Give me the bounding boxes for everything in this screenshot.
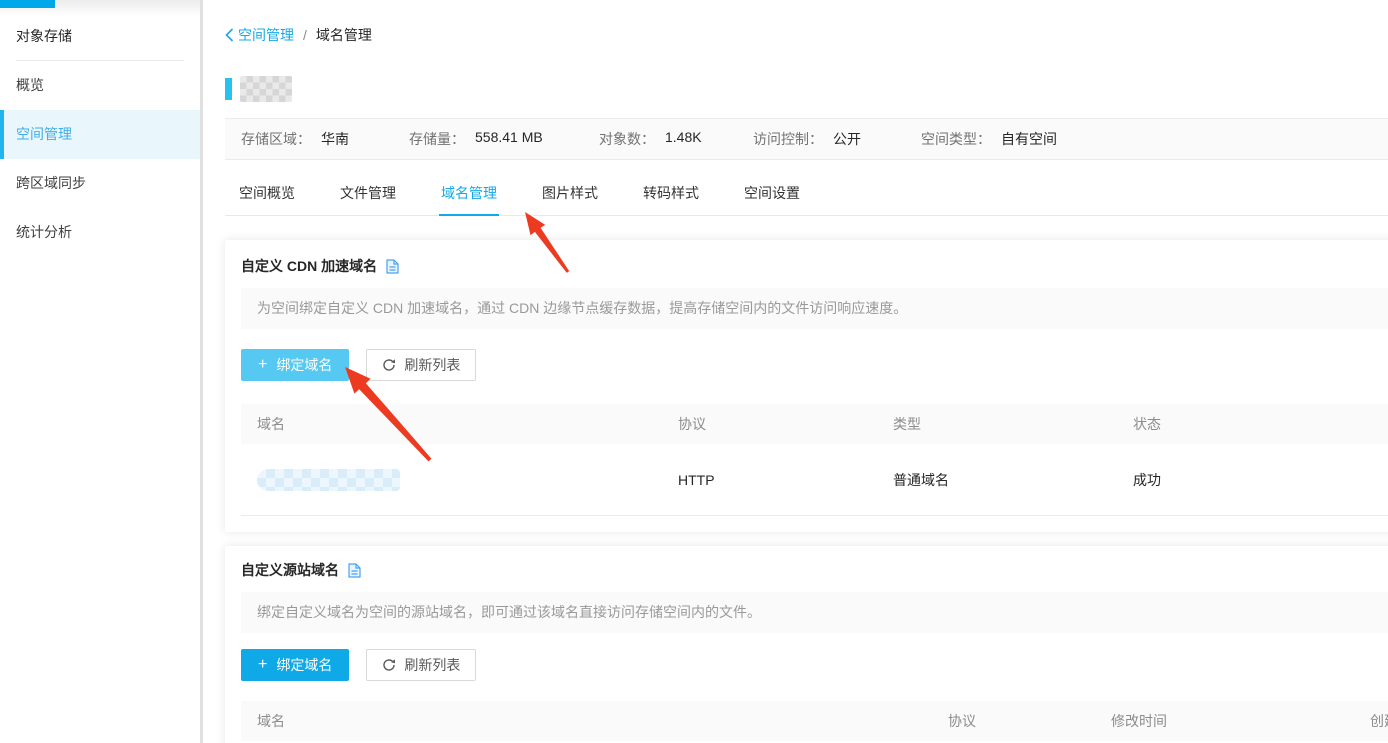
cdn-table-row: HTTP 普通域名 成功: [241, 444, 1388, 516]
col-domain: 域名: [241, 414, 662, 434]
col-created-time: 创建时间: [1354, 711, 1388, 731]
cell-type: 普通域名: [877, 470, 1117, 490]
origin-bind-domain-button[interactable]: + 绑定域名: [241, 649, 349, 681]
origin-domain-table: 域名 协议 修改时间 创建时间: [241, 701, 1388, 741]
doc-link-icon[interactable]: [386, 259, 399, 274]
origin-button-row: + 绑定域名 刷新列表: [241, 649, 1388, 681]
breadcrumb-back-label: 空间管理: [238, 25, 294, 45]
sidebar-item-cross-region-sync[interactable]: 跨区域同步: [0, 159, 200, 208]
cdn-section-title-row: 自定义 CDN 加速域名: [241, 256, 1388, 276]
sidebar-item-statistics[interactable]: 统计分析: [0, 208, 200, 257]
tab-domain-management[interactable]: 域名管理: [439, 184, 499, 215]
top-accent-bar: [0, 0, 55, 8]
cell-domain: [241, 469, 662, 491]
bucket-title-accent-bar: [225, 78, 232, 100]
tab-transcode-style[interactable]: 转码样式: [641, 184, 701, 215]
col-status: 状态: [1117, 414, 1388, 434]
col-domain: 域名: [241, 711, 932, 731]
breadcrumb-current: 域名管理: [316, 25, 372, 45]
redacted-bucket-name: [240, 76, 292, 102]
cdn-domain-card: 自定义 CDN 加速域名 为空间绑定自定义 CDN 加速域名，通过 CDN 边缘…: [225, 240, 1388, 532]
sidebar: 对象存储 概览 空间管理 跨区域同步 统计分析: [0, 0, 200, 743]
refresh-icon: [382, 658, 396, 672]
doc-link-icon[interactable]: [348, 563, 361, 578]
sidebar-item-space-management[interactable]: 空间管理: [0, 110, 200, 159]
origin-refresh-list-button[interactable]: 刷新列表: [366, 649, 476, 681]
info-storage-region: 存储区域： 华南: [241, 129, 409, 149]
bucket-info-bar: 存储区域： 华南 存储量： 558.41 MB 对象数： 1.48K 访问控制：…: [225, 118, 1388, 160]
cdn-button-row: + 绑定域名 刷新列表: [241, 349, 1388, 381]
origin-section-title: 自定义源站域名: [241, 560, 339, 580]
origin-table-header: 域名 协议 修改时间 创建时间: [241, 701, 1388, 741]
chevron-left-icon: [225, 28, 234, 42]
cdn-domain-table: 域名 协议 类型 状态 HTTP 普通域名 成功: [241, 404, 1388, 516]
bucket-tabs: 空间概览 文件管理 域名管理 图片样式 转码样式 空间设置: [225, 184, 1388, 216]
info-space-type: 空间类型： 自有空间: [921, 129, 1057, 149]
redacted-domain-name: [257, 469, 400, 491]
breadcrumb-separator: /: [303, 27, 307, 43]
info-object-count: 对象数： 1.48K: [599, 129, 753, 149]
sidebar-item-overview[interactable]: 概览: [0, 61, 200, 110]
col-protocol: 协议: [662, 414, 877, 434]
origin-section-description: 绑定自定义域名为空间的源站域名，即可通过该域名直接访问存储空间内的文件。: [241, 592, 1388, 633]
cdn-section-title: 自定义 CDN 加速域名: [241, 256, 377, 276]
breadcrumb: 空间管理 / 域名管理: [225, 26, 1388, 44]
cdn-bind-domain-button[interactable]: + 绑定域名: [241, 349, 349, 381]
info-access-control: 访问控制： 公开: [753, 129, 921, 149]
cell-protocol: HTTP: [662, 472, 877, 488]
tab-file-management[interactable]: 文件管理: [338, 184, 398, 215]
plus-icon: +: [258, 657, 267, 673]
tab-image-style[interactable]: 图片样式: [540, 184, 600, 215]
origin-section-title-row: 自定义源站域名: [241, 560, 1388, 580]
cell-status: 成功: [1117, 470, 1388, 490]
origin-domain-card: 自定义源站域名 绑定自定义域名为空间的源站域名，即可通过该域名直接访问存储空间内…: [225, 546, 1388, 743]
sidebar-scroll-strip: [200, 0, 203, 743]
cdn-table-header: 域名 协议 类型 状态: [241, 404, 1388, 444]
col-type: 类型: [877, 414, 1117, 434]
plus-icon: +: [258, 357, 267, 373]
tab-space-settings[interactable]: 空间设置: [742, 184, 802, 215]
cdn-section-description: 为空间绑定自定义 CDN 加速域名，通过 CDN 边缘节点缓存数据，提高存储空间…: [241, 288, 1388, 329]
info-storage-size: 存储量： 558.41 MB: [409, 129, 599, 149]
refresh-icon: [382, 358, 396, 372]
col-modified-time: 修改时间: [1095, 711, 1354, 731]
main-content: 空间管理 / 域名管理 存储区域： 华南 存储量： 558.41 MB 对象数：…: [203, 0, 1388, 743]
bucket-title-row: [225, 76, 1388, 102]
cdn-refresh-list-button[interactable]: 刷新列表: [366, 349, 476, 381]
col-protocol: 协议: [932, 711, 1095, 731]
tab-space-overview[interactable]: 空间概览: [237, 184, 297, 215]
breadcrumb-back-link[interactable]: 空间管理: [225, 25, 294, 45]
